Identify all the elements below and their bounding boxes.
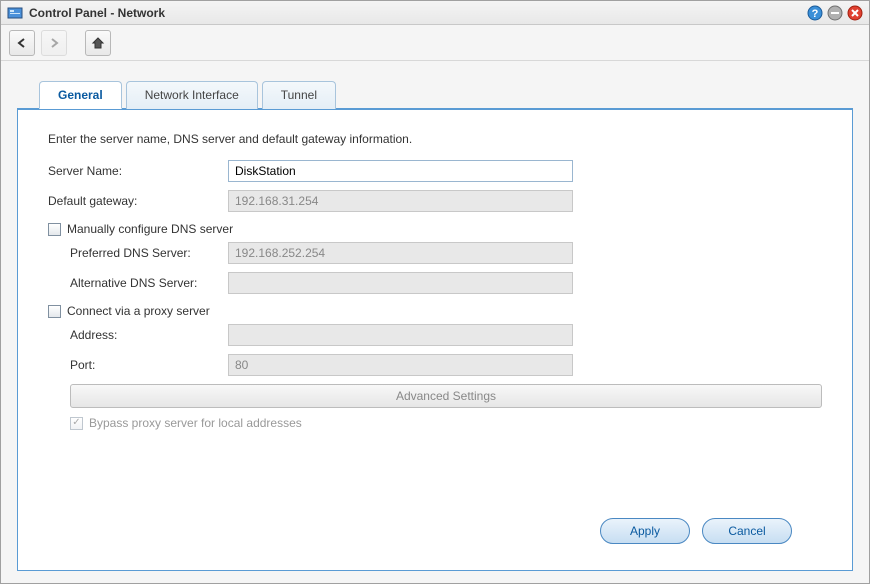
titlebar: Control Panel - Network ? [1,1,869,25]
home-button[interactable] [85,30,111,56]
advanced-settings-button: Advanced Settings [70,384,822,408]
manual-dns-label: Manually configure DNS server [67,222,233,236]
footer: Apply Cancel [48,508,822,558]
default-gateway-label: Default gateway: [48,194,228,208]
bypass-checkbox: ✓ [70,417,83,430]
minimize-icon[interactable] [827,5,843,21]
alt-dns-label: Alternative DNS Server: [48,276,228,290]
tab-general[interactable]: General [39,81,122,109]
tab-tunnel[interactable]: Tunnel [262,81,336,109]
tab-network-interface[interactable]: Network Interface [126,81,258,109]
cancel-button[interactable]: Cancel [702,518,792,544]
manual-dns-checkbox[interactable] [48,223,61,236]
close-icon[interactable] [847,5,863,21]
proxy-label: Connect via a proxy server [67,304,210,318]
content-area: General Network Interface Tunnel Enter t… [1,61,869,583]
proxy-port-label: Port: [48,358,228,372]
forward-button[interactable] [41,30,67,56]
server-name-label: Server Name: [48,164,228,178]
window-title: Control Panel - Network [29,6,807,20]
server-name-input[interactable] [228,160,573,182]
svg-text:?: ? [812,8,819,20]
titlebar-controls: ? [807,5,863,21]
proxy-port-input [228,354,573,376]
help-icon[interactable]: ? [807,5,823,21]
preferred-dns-label: Preferred DNS Server: [48,246,228,260]
preferred-dns-input [228,242,573,264]
bypass-label: Bypass proxy server for local addresses [89,416,302,430]
default-gateway-input [228,190,573,212]
proxy-address-label: Address: [48,328,228,342]
apply-button[interactable]: Apply [600,518,690,544]
app-icon [7,5,23,21]
alt-dns-input [228,272,573,294]
tabs: General Network Interface Tunnel [39,81,853,109]
back-button[interactable] [9,30,35,56]
intro-text: Enter the server name, DNS server and de… [48,132,822,146]
general-panel: Enter the server name, DNS server and de… [17,108,853,571]
proxy-checkbox[interactable] [48,305,61,318]
window: Control Panel - Network ? General Networ… [0,0,870,584]
toolbar [1,25,869,61]
proxy-address-input [228,324,573,346]
